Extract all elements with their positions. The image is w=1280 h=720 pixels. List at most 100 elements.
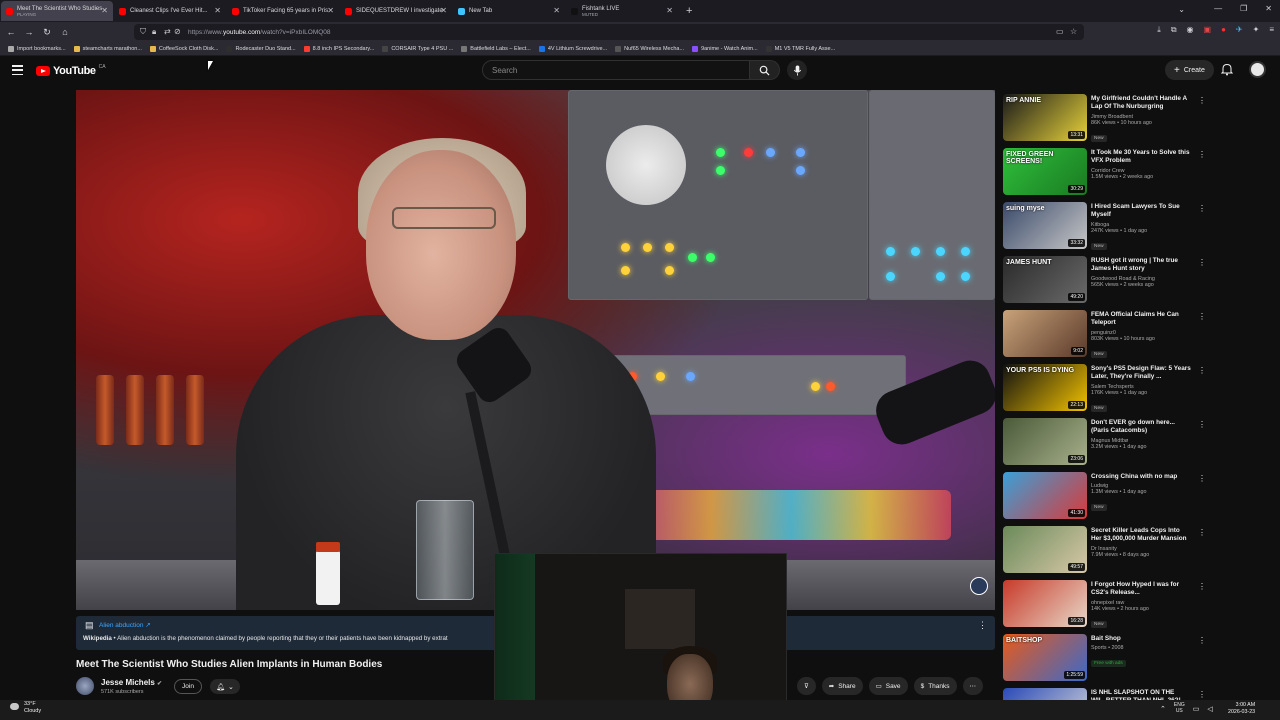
- library-icon[interactable]: ⧉: [1171, 25, 1177, 35]
- dislike-button[interactable]: ⊽: [797, 677, 816, 695]
- save-button[interactable]: ▭ Save: [868, 677, 908, 695]
- more-options-icon[interactable]: ⋮: [1198, 528, 1206, 537]
- bookmark-item[interactable]: Battlefield Labs – Elect...: [461, 45, 531, 52]
- youtube-logo[interactable]: YouTube CA: [36, 64, 106, 77]
- close-window-icon[interactable]: ✕: [1265, 4, 1272, 13]
- minimize-icon[interactable]: —: [1214, 4, 1222, 13]
- system-clock[interactable]: 3:00 AM 2026-03-23: [1228, 702, 1255, 716]
- tray-chevron-icon[interactable]: ⌃: [1160, 705, 1166, 713]
- video-title[interactable]: I Forgot How Hyped I was for CS2's Relea…: [1091, 581, 1191, 598]
- recommended-video[interactable]: 9:02 FEMA Official Claims He Can Teleport…: [1003, 310, 1208, 364]
- reader-view-icon[interactable]: ▭: [1056, 27, 1064, 36]
- thanks-button[interactable]: $ Thanks: [913, 677, 957, 695]
- new-tab-plus-icon[interactable]: +: [686, 5, 692, 17]
- search-input[interactable]: Search: [482, 60, 750, 80]
- more-options-icon[interactable]: ⋮: [1198, 582, 1206, 591]
- network-icon[interactable]: ▭: [1193, 705, 1200, 713]
- recommended-video[interactable]: RIP ANNIE 13:31 My Girlfriend Couldn't Han…: [1003, 94, 1208, 148]
- browser-tab[interactable]: TikToker Facing 65 years in Pris ✕: [227, 1, 339, 21]
- close-tab-icon[interactable]: ✕: [327, 6, 334, 15]
- more-actions-button[interactable]: ⋯: [962, 677, 984, 695]
- video-title[interactable]: Don't EVER go down here... (Paris Cataco…: [1091, 419, 1191, 436]
- video-title[interactable]: Bait Shop: [1091, 635, 1191, 643]
- video-thumbnail[interactable]: RIP ANNIE 13:31: [1003, 94, 1087, 141]
- create-button[interactable]: + Create: [1165, 60, 1214, 80]
- browser-tab[interactable]: Meet The Scientist Who Studies PLAYING ✕: [1, 1, 113, 21]
- recommended-video[interactable]: 16:28 I Forgot How Hyped I was for CS2's …: [1003, 580, 1208, 634]
- video-thumbnail[interactable]: FIXED GREEN SCREENS! 30:29: [1003, 148, 1087, 195]
- recommended-video[interactable]: 49:57 Secret Killer Leads Cops Into Her $…: [1003, 526, 1208, 580]
- record-extension-icon[interactable]: ●: [1221, 25, 1226, 35]
- more-options-icon[interactable]: ⋮: [1198, 150, 1206, 159]
- tab-list-chevron-icon[interactable]: ⌄: [1178, 5, 1185, 14]
- video-thumbnail[interactable]: 9:02: [1003, 310, 1087, 357]
- volume-icon[interactable]: ◁: [1207, 705, 1212, 713]
- join-button[interactable]: Join: [174, 679, 202, 694]
- recommended-video[interactable]: 23:06 Don't EVER go down here... (Paris C…: [1003, 418, 1208, 472]
- more-options-icon[interactable]: ⋮: [1198, 204, 1206, 213]
- recommended-video[interactable]: JAMES HUNT 49:20 RUSH got it wrong | The t…: [1003, 256, 1208, 310]
- tracking-icon[interactable]: ⊘: [174, 27, 181, 36]
- close-tab-icon[interactable]: ✕: [553, 6, 560, 15]
- recommended-video[interactable]: FIXED GREEN SCREENS! 30:29 It Took Me 30 Y…: [1003, 148, 1208, 202]
- video-title[interactable]: My Girlfriend Couldn't Handle A Lap Of T…: [1091, 95, 1191, 112]
- browser-tab[interactable]: SIDEQUESTDREW I investigate ✕: [340, 1, 452, 21]
- channel-avatar[interactable]: [76, 677, 94, 695]
- account-avatar[interactable]: [1249, 61, 1266, 78]
- lock-icon[interactable]: 🔒︎: [152, 27, 156, 37]
- more-options-icon[interactable]: ⋮: [1198, 420, 1206, 429]
- search-button[interactable]: [750, 60, 780, 80]
- video-title[interactable]: FEMA Official Claims He Can Teleport: [1091, 311, 1191, 328]
- bookmark-item[interactable]: CoffeeSock Cloth Disk...: [149, 45, 218, 52]
- recommended-video[interactable]: suing myse 33:32 I Hired Scam Lawyers To S…: [1003, 202, 1208, 256]
- close-tab-icon[interactable]: ✕: [666, 6, 673, 15]
- video-thumbnail[interactable]: 23:06: [1003, 418, 1087, 465]
- bookmark-item[interactable]: 9anime - Watch Anim...: [692, 45, 758, 52]
- notifications-icon[interactable]: [1221, 63, 1233, 76]
- video-thumbnail[interactable]: 16:28: [1003, 580, 1087, 627]
- shield-icon[interactable]: ⛉: [140, 27, 146, 37]
- bookmark-item[interactable]: CORSAIR Type 4 PSU ...: [382, 45, 453, 52]
- more-options-icon[interactable]: ⋮: [1198, 636, 1206, 645]
- close-tab-icon[interactable]: ✕: [440, 6, 447, 15]
- bookmark-item[interactable]: Import bookmarks...: [8, 45, 66, 52]
- share-button[interactable]: ➦ Share: [821, 677, 863, 695]
- extension-icon[interactable]: ▣: [1204, 25, 1212, 35]
- address-bar[interactable]: ⛉ 🔒︎ ⇄ ⊘ https://www. youtube.com/watch?v…: [134, 24, 1084, 40]
- bookmark-item[interactable]: M1 V5 TMR Fully Asse...: [765, 45, 835, 52]
- permissions-icon[interactable]: ⇄: [164, 27, 171, 36]
- recommended-video[interactable]: BAITSHOP 1:25:59 Bait Shop Sports • 2008 Fre…: [1003, 634, 1208, 688]
- video-title[interactable]: It Took Me 30 Years to Solve this VFX Pr…: [1091, 149, 1191, 166]
- language-indicator[interactable]: ENG US: [1174, 702, 1185, 715]
- channel-name[interactable]: Sports • 2008: [1091, 645, 1191, 651]
- menu-icon[interactable]: ≡: [1269, 25, 1274, 35]
- more-options-icon[interactable]: ⋮: [1198, 258, 1206, 267]
- more-options-icon[interactable]: ⋮: [1198, 474, 1206, 483]
- back-icon[interactable]: ←: [2, 27, 20, 37]
- video-thumbnail[interactable]: JAMES HUNT 49:20: [1003, 256, 1087, 303]
- video-thumbnail[interactable]: 41:30: [1003, 472, 1087, 519]
- video-title[interactable]: Crossing China with no map: [1091, 473, 1191, 481]
- close-tab-icon[interactable]: ✕: [214, 6, 221, 15]
- browser-tab[interactable]: Cleanest Clips I've Ever Hit... ✕: [114, 1, 226, 21]
- bookmark-item[interactable]: Rodecaster Duo Stand...: [226, 45, 296, 52]
- browser-tab[interactable]: New Tab ✕: [453, 1, 565, 21]
- recommended-video[interactable]: 41:30 Crossing China with no map Ludwig 1.3…: [1003, 472, 1208, 526]
- bookmark-star-icon[interactable]: ☆: [1070, 27, 1077, 36]
- puzzle-extension-icon[interactable]: ✦: [1253, 25, 1260, 35]
- forward-icon[interactable]: →: [20, 27, 38, 37]
- bookmark-item[interactable]: Nuf65 Wireless Mecha...: [615, 45, 684, 52]
- maximize-icon[interactable]: ❐: [1240, 4, 1247, 13]
- info-panel-title[interactable]: Alien abduction ↗: [99, 621, 151, 629]
- video-player[interactable]: [76, 90, 995, 610]
- video-title[interactable]: Sony's PS5 Design Flaw: 5 Years Later, T…: [1091, 365, 1191, 382]
- video-title[interactable]: RUSH got it wrong | The true James Hunt …: [1091, 257, 1191, 274]
- home-icon[interactable]: ⌂: [56, 27, 74, 37]
- voice-search-button[interactable]: [787, 60, 807, 80]
- weather-widget[interactable]: 33°F Cloudy: [10, 701, 41, 715]
- bookmark-item[interactable]: 4V Lithium Screwdrive...: [538, 45, 607, 52]
- downloads-icon[interactable]: ⤓: [1157, 25, 1161, 35]
- channel-name[interactable]: Jesse Michels ✔: [101, 678, 162, 687]
- channel-watermark-icon[interactable]: [970, 577, 988, 595]
- video-thumbnail[interactable]: 49:57: [1003, 526, 1087, 573]
